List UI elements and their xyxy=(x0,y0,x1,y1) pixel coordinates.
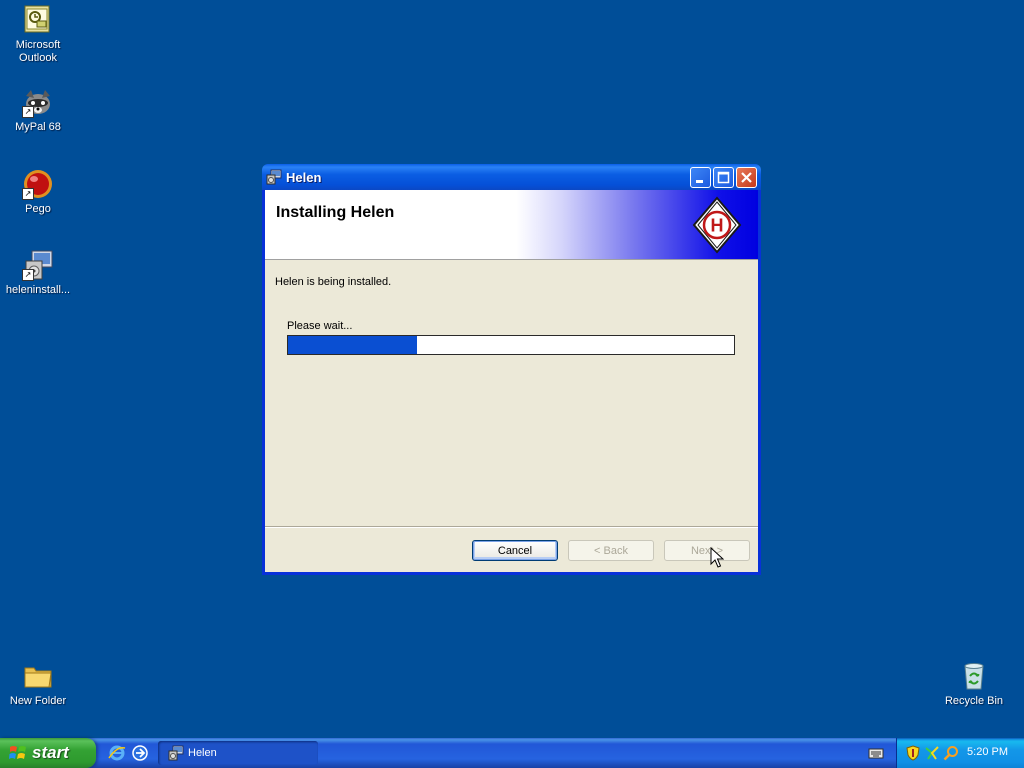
button-separator xyxy=(265,526,758,528)
helen-logo-icon: H xyxy=(692,196,742,254)
installer-app-icon xyxy=(168,745,184,761)
desktop-icon-label: heleninstall... xyxy=(5,284,71,296)
system-clock: 5:20 PM xyxy=(967,746,1008,758)
start-label: start xyxy=(32,743,69,762)
system-tray: 5:20 PM xyxy=(896,738,1024,768)
cancel-button[interactable]: Cancel xyxy=(472,540,558,561)
close-icon xyxy=(741,171,752,183)
recycle-bin-icon xyxy=(958,660,990,692)
desktop-icon-heleninstall[interactable]: ↗ heleninstall... xyxy=(0,249,76,297)
maximize-button[interactable] xyxy=(713,166,734,188)
svg-text:H: H xyxy=(711,216,724,236)
close-button[interactable] xyxy=(736,166,757,188)
keyboard-icon[interactable] xyxy=(868,746,884,760)
progress-fill xyxy=(288,336,418,354)
maximize-icon xyxy=(717,171,730,183)
security-shield-icon[interactable] xyxy=(905,745,921,761)
outlook-icon xyxy=(22,4,54,36)
desktop-icon-new-folder[interactable]: New Folder xyxy=(0,660,76,708)
desktop-icon-recycle-bin[interactable]: Recycle Bin xyxy=(936,660,1012,708)
minimize-icon xyxy=(696,179,703,183)
minimize-button[interactable] xyxy=(690,166,711,188)
shortcut-arrow-icon: ↗ xyxy=(22,269,34,281)
desktop-icon-label: Pego xyxy=(25,203,51,215)
desktop-icon-mypal[interactable]: ↗ MyPal 68 xyxy=(0,86,76,134)
mouse-cursor-icon xyxy=(710,547,724,568)
folder-icon xyxy=(22,660,54,692)
desktop-icon-outlook[interactable]: Microsoft Outlook xyxy=(0,4,76,65)
internet-explorer-icon[interactable] xyxy=(108,744,126,762)
window-title: Helen xyxy=(286,169,322,185)
search-icon[interactable] xyxy=(943,745,959,761)
back-button[interactable]: < Back xyxy=(568,540,654,561)
next-button[interactable]: Next > xyxy=(664,540,750,561)
install-status-text: Helen is being installed. xyxy=(275,276,392,288)
mypal-icon: ↗ xyxy=(22,86,54,118)
taskbar-item-helen[interactable]: Helen xyxy=(158,741,318,765)
install-progress-bar xyxy=(287,335,735,355)
wizard-banner: Installing Helen H xyxy=(265,190,758,260)
outlook-express-icon[interactable] xyxy=(131,744,149,762)
taskbar: start Helen 5:20 PM xyxy=(0,738,1024,768)
banner-title: Installing Helen xyxy=(276,204,395,221)
desktop-icon-label: Microsoft Outlook xyxy=(15,39,61,64)
installer-app-icon xyxy=(266,169,282,185)
pego-icon: ↗ xyxy=(22,168,54,200)
installer-window: Helen Installing Helen H Helen is being … xyxy=(262,164,761,575)
desktop-icon-label: New Folder xyxy=(9,695,67,707)
desktop-icon-pego[interactable]: ↗ Pego xyxy=(0,168,76,216)
window-titlebar[interactable]: Helen xyxy=(262,164,761,190)
shortcut-arrow-icon: ↗ xyxy=(22,188,34,200)
start-button[interactable]: start xyxy=(0,738,96,768)
desktop-icon-label: Recycle Bin xyxy=(944,695,1004,707)
network-icon[interactable] xyxy=(924,745,940,761)
taskbar-item-label: Helen xyxy=(188,747,217,759)
window-client-area: Installing Helen H Helen is being instal… xyxy=(265,190,758,572)
installer-icon: ↗ xyxy=(22,249,54,281)
please-wait-label: Please wait... xyxy=(287,320,353,332)
windows-flag-icon xyxy=(9,746,26,759)
desktop-icon-label: MyPal 68 xyxy=(15,121,61,133)
shortcut-arrow-icon: ↗ xyxy=(22,106,34,118)
